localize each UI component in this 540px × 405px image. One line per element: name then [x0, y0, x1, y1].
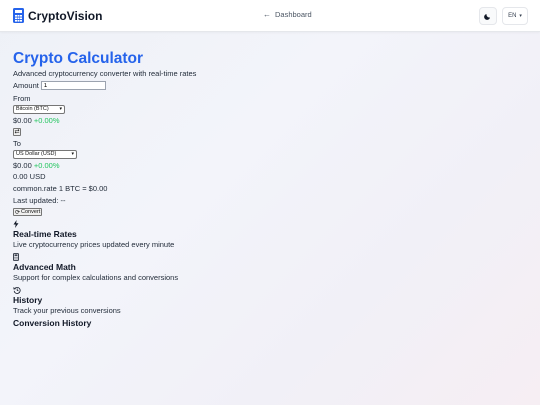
- to-currency-value: US Dollar (USD): [16, 151, 57, 157]
- page-subtitle: Advanced cryptocurrency converter with r…: [13, 69, 197, 78]
- arrow-left-icon: ←: [263, 10, 271, 19]
- history-icon: [13, 287, 21, 294]
- language-select[interactable]: EN ▾: [502, 7, 528, 25]
- from-label: From: [13, 94, 31, 103]
- last-updated-text: Last updated: --: [13, 196, 66, 205]
- to-change: +0.00%: [33, 161, 60, 170]
- calculator-icon: [13, 253, 19, 261]
- from-currency-value: Bitcoin (BTC): [16, 106, 49, 112]
- top-navbar: CryptoVision ← Dashboard EN ▾: [0, 0, 540, 32]
- conversion-history-heading: Conversion History: [13, 318, 92, 328]
- feature-title-realtime: Real-time Rates: [13, 229, 77, 239]
- moon-icon: [484, 14, 490, 20]
- chevron-down-icon: ▾: [519, 13, 522, 19]
- amount-input[interactable]: [40, 81, 106, 90]
- convert-button[interactable]: ⟳ Convert: [13, 208, 43, 216]
- chevron-down-icon: ▾: [59, 106, 62, 112]
- calculator-logo-icon: [13, 8, 24, 23]
- from-price-row: $0.00 +0.00%: [13, 115, 513, 126]
- to-currency-select[interactable]: US Dollar (USD) ▾: [13, 150, 77, 159]
- feature-desc-advanced-math: Support for complex calculations and con…: [13, 273, 179, 282]
- from-price: $0.00: [13, 116, 32, 125]
- brand[interactable]: CryptoVision: [13, 8, 102, 23]
- from-change: +0.00%: [33, 116, 60, 125]
- page-title: Crypto Calculator: [13, 50, 144, 67]
- swap-arrows-icon: ⇄: [14, 129, 20, 135]
- calculator-section: Crypto Calculator Advanced cryptocurrenc…: [13, 49, 513, 329]
- feature-desc-realtime: Live cryptocurrency prices updated every…: [13, 240, 175, 249]
- chevron-down-icon: ▾: [71, 151, 74, 157]
- amount-label: Amount: [13, 81, 39, 90]
- exchange-rate-text: common.rate 1 BTC = $0.00: [13, 184, 108, 193]
- to-price-row: $0.00 +0.00%: [13, 160, 513, 171]
- conversion-result: 0.00 USD: [13, 172, 46, 181]
- convert-button-label: Convert: [21, 209, 41, 215]
- to-label: To: [13, 139, 21, 148]
- theme-toggle-button[interactable]: [479, 7, 497, 25]
- refresh-icon: ⟳: [15, 209, 21, 216]
- dashboard-link-label: Dashboard: [275, 10, 312, 19]
- feature-title-history: History: [13, 295, 43, 305]
- to-price: $0.00: [13, 161, 32, 170]
- brand-name: CryptoVision: [28, 8, 103, 23]
- lightning-icon: [13, 220, 19, 228]
- amount-row: Amount: [13, 80, 513, 91]
- feature-desc-history: Track your previous conversions: [13, 306, 121, 315]
- swap-button[interactable]: ⇄: [13, 128, 21, 136]
- language-value: EN: [508, 13, 517, 19]
- dashboard-link[interactable]: ← Dashboard: [263, 10, 312, 19]
- from-currency-select[interactable]: Bitcoin (BTC) ▾: [13, 105, 65, 114]
- feature-title-advanced-math: Advanced Math: [13, 262, 76, 272]
